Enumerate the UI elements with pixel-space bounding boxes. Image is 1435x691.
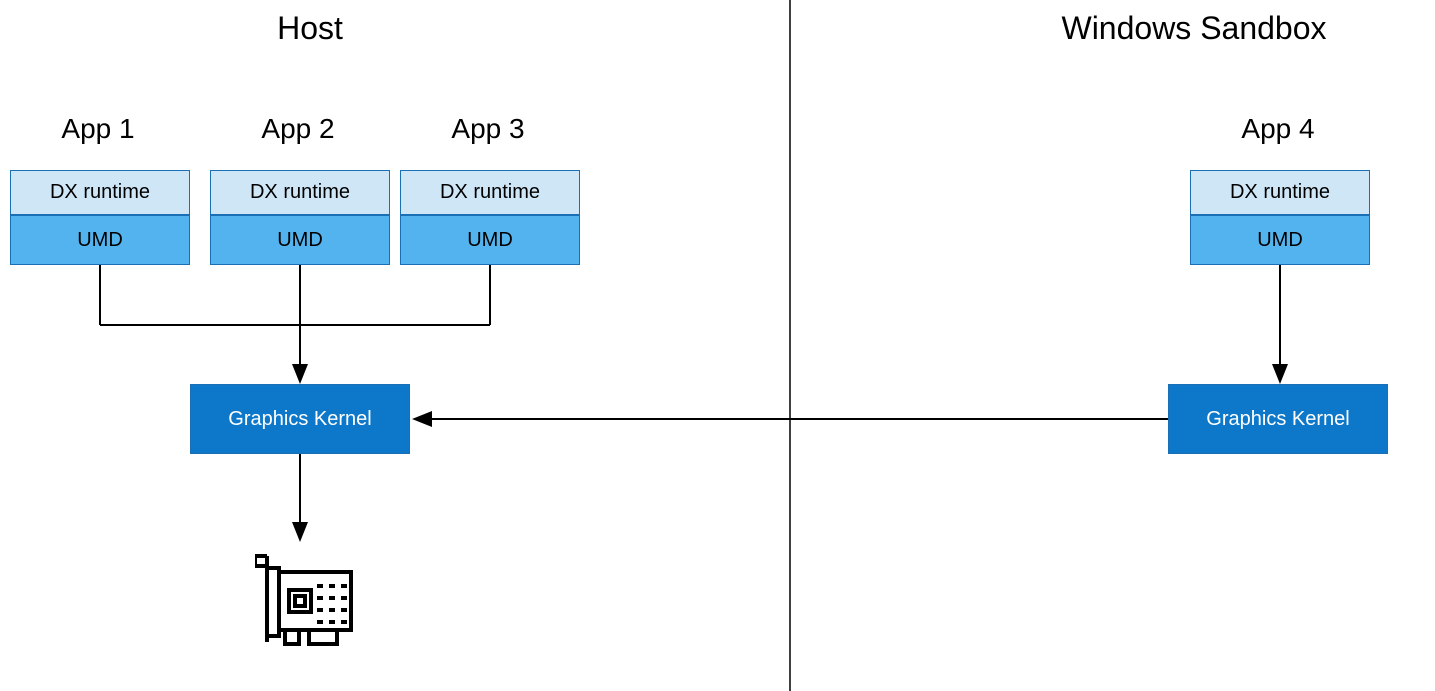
app2-label: App 2 bbox=[248, 113, 348, 145]
sandbox-graphics-kernel: Graphics Kernel bbox=[1168, 384, 1388, 454]
connector-lines bbox=[0, 0, 1435, 691]
app1-umd: UMD bbox=[10, 215, 190, 265]
app3-dx-runtime: DX runtime bbox=[400, 170, 580, 215]
app1-label: App 1 bbox=[48, 113, 148, 145]
app4-dx-runtime: DX runtime bbox=[1190, 170, 1370, 215]
app4-label: App 4 bbox=[1228, 113, 1328, 145]
app3-label: App 3 bbox=[438, 113, 538, 145]
app4-umd: UMD bbox=[1190, 215, 1370, 265]
app1-dx-runtime: DX runtime bbox=[10, 170, 190, 215]
app3-umd: UMD bbox=[400, 215, 580, 265]
app2-dx-runtime: DX runtime bbox=[210, 170, 390, 215]
host-heading: Host bbox=[250, 10, 370, 47]
app2-umd: UMD bbox=[210, 215, 390, 265]
host-graphics-kernel: Graphics Kernel bbox=[190, 384, 410, 454]
gpu-card-icon bbox=[255, 550, 355, 665]
sandbox-heading: Windows Sandbox bbox=[1044, 10, 1344, 47]
